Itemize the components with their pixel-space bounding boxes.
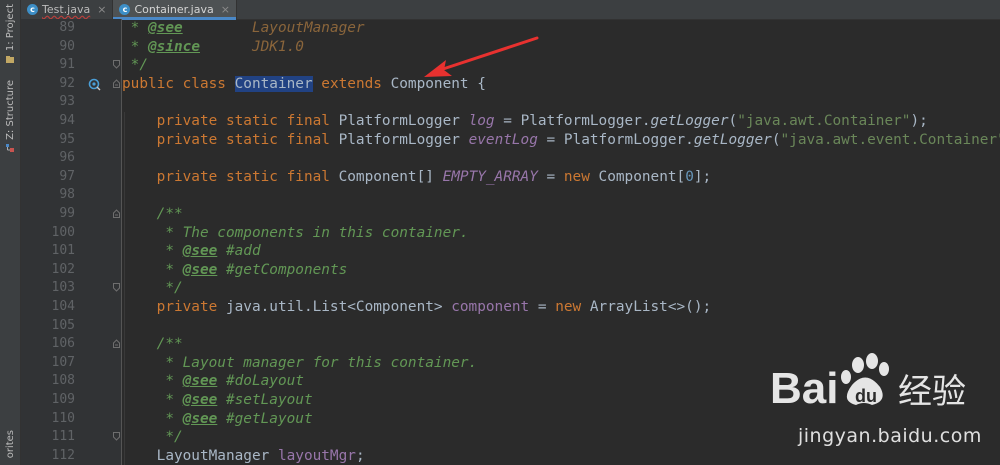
line-number: 89 <box>59 20 75 35</box>
line-number: 94 <box>59 113 75 128</box>
fold-end-icon[interactable] <box>113 60 120 69</box>
line-number: 96 <box>59 150 75 166</box>
project-tool-button[interactable]: 1: Project <box>0 4 20 64</box>
code-line-107: * Layout manager for this container. <box>122 354 478 371</box>
code-line-106: /** <box>122 336 183 353</box>
code-line-99: /** <box>122 206 183 222</box>
code-line-97: private static final Component[] EMPTY_A… <box>122 168 712 185</box>
ide-window: 1: Project Z: Structure orites c Test.ja… <box>0 0 1000 465</box>
line-number-gutter[interactable]: 89 90 91 92 93 94 95 96 97 98 99 100 101… <box>21 19 122 465</box>
code-line-89: * @see LayoutManager <box>122 20 365 36</box>
close-icon[interactable]: × <box>221 3 230 16</box>
favorites-tool-label: orites <box>4 430 16 459</box>
structure-tool-button[interactable]: Z: Structure <box>0 80 20 153</box>
code-line-92: public class Container extends Component… <box>122 75 486 92</box>
editor-tab-bar: c Test.java × c Container.java × <box>21 0 1000 20</box>
left-tool-strip: 1: Project Z: Structure orites <box>0 0 21 465</box>
java-class-icon: c <box>119 4 131 15</box>
line-number: 100 <box>51 224 75 240</box>
fold-end-icon[interactable] <box>113 283 120 293</box>
fold-start-icon[interactable] <box>113 79 120 88</box>
line-number: 102 <box>51 261 75 277</box>
line-number: 104 <box>51 299 75 314</box>
line-number: 110 <box>51 410 75 426</box>
code-line-104: private java.util.List<Component> compon… <box>122 299 712 315</box>
fold-start-icon[interactable] <box>113 339 120 349</box>
tab-label: Test.java <box>42 3 91 16</box>
code-line-108: * @see #doLayout <box>122 373 304 390</box>
line-number: 101 <box>51 243 75 259</box>
code-line-112: LayoutManager layoutMgr; <box>122 447 365 464</box>
code-line-94: private static final PlatformLogger log … <box>122 113 928 129</box>
fold-start-icon[interactable] <box>113 209 120 218</box>
line-number: 111 <box>51 429 75 445</box>
code-line-90: * @since JDK1.0 <box>122 38 304 55</box>
line-number: 97 <box>59 168 75 184</box>
code-line-95: private static final PlatformLogger even… <box>122 131 1000 148</box>
code-line-103: */ <box>122 280 183 297</box>
line-number: 91 <box>59 57 75 73</box>
implementation-marker-icon[interactable] <box>88 78 101 91</box>
line-number: 105 <box>51 317 75 333</box>
folder-icon <box>6 56 14 64</box>
code-line-102: * @see #getComponents <box>122 261 348 278</box>
tab-container-java[interactable]: c Container.java × <box>113 0 237 20</box>
code-line-111: */ <box>122 429 183 446</box>
close-icon[interactable]: × <box>97 3 106 16</box>
code-line-101: * @see #add <box>122 243 261 260</box>
line-number: 103 <box>51 280 75 296</box>
line-number: 107 <box>51 354 75 370</box>
line-number: 108 <box>51 373 75 389</box>
line-number: 95 <box>59 131 75 147</box>
code-line-100: * The components in this container. <box>122 224 469 241</box>
java-class-icon: c <box>27 4 38 15</box>
line-number: 99 <box>59 206 75 221</box>
fold-end-icon[interactable] <box>113 432 120 441</box>
favorites-tool-button[interactable]: orites <box>0 430 20 458</box>
tab-test-java[interactable]: c Test.java × <box>21 0 114 19</box>
line-number: 112 <box>51 447 75 463</box>
line-number: 90 <box>59 38 75 54</box>
line-number: 98 <box>59 187 75 203</box>
project-tool-label: 1: Project <box>4 4 16 52</box>
line-number: 92 <box>59 75 75 91</box>
tab-label: Container.java <box>134 3 214 16</box>
line-number: 109 <box>51 392 75 407</box>
code-editor[interactable]: * @see LayoutManager * @since JDK1.0 */ … <box>122 19 1000 465</box>
line-number: 106 <box>51 336 75 352</box>
structure-icon <box>6 143 14 152</box>
class-name-highlight: Container <box>234 75 313 92</box>
code-line-110: * @see #getLayout <box>122 410 313 427</box>
code-line-109: * @see #setLayout <box>122 392 313 408</box>
line-number: 93 <box>59 94 75 110</box>
structure-tool-label: Z: Structure <box>4 80 16 140</box>
code-line-91: */ <box>122 57 148 74</box>
